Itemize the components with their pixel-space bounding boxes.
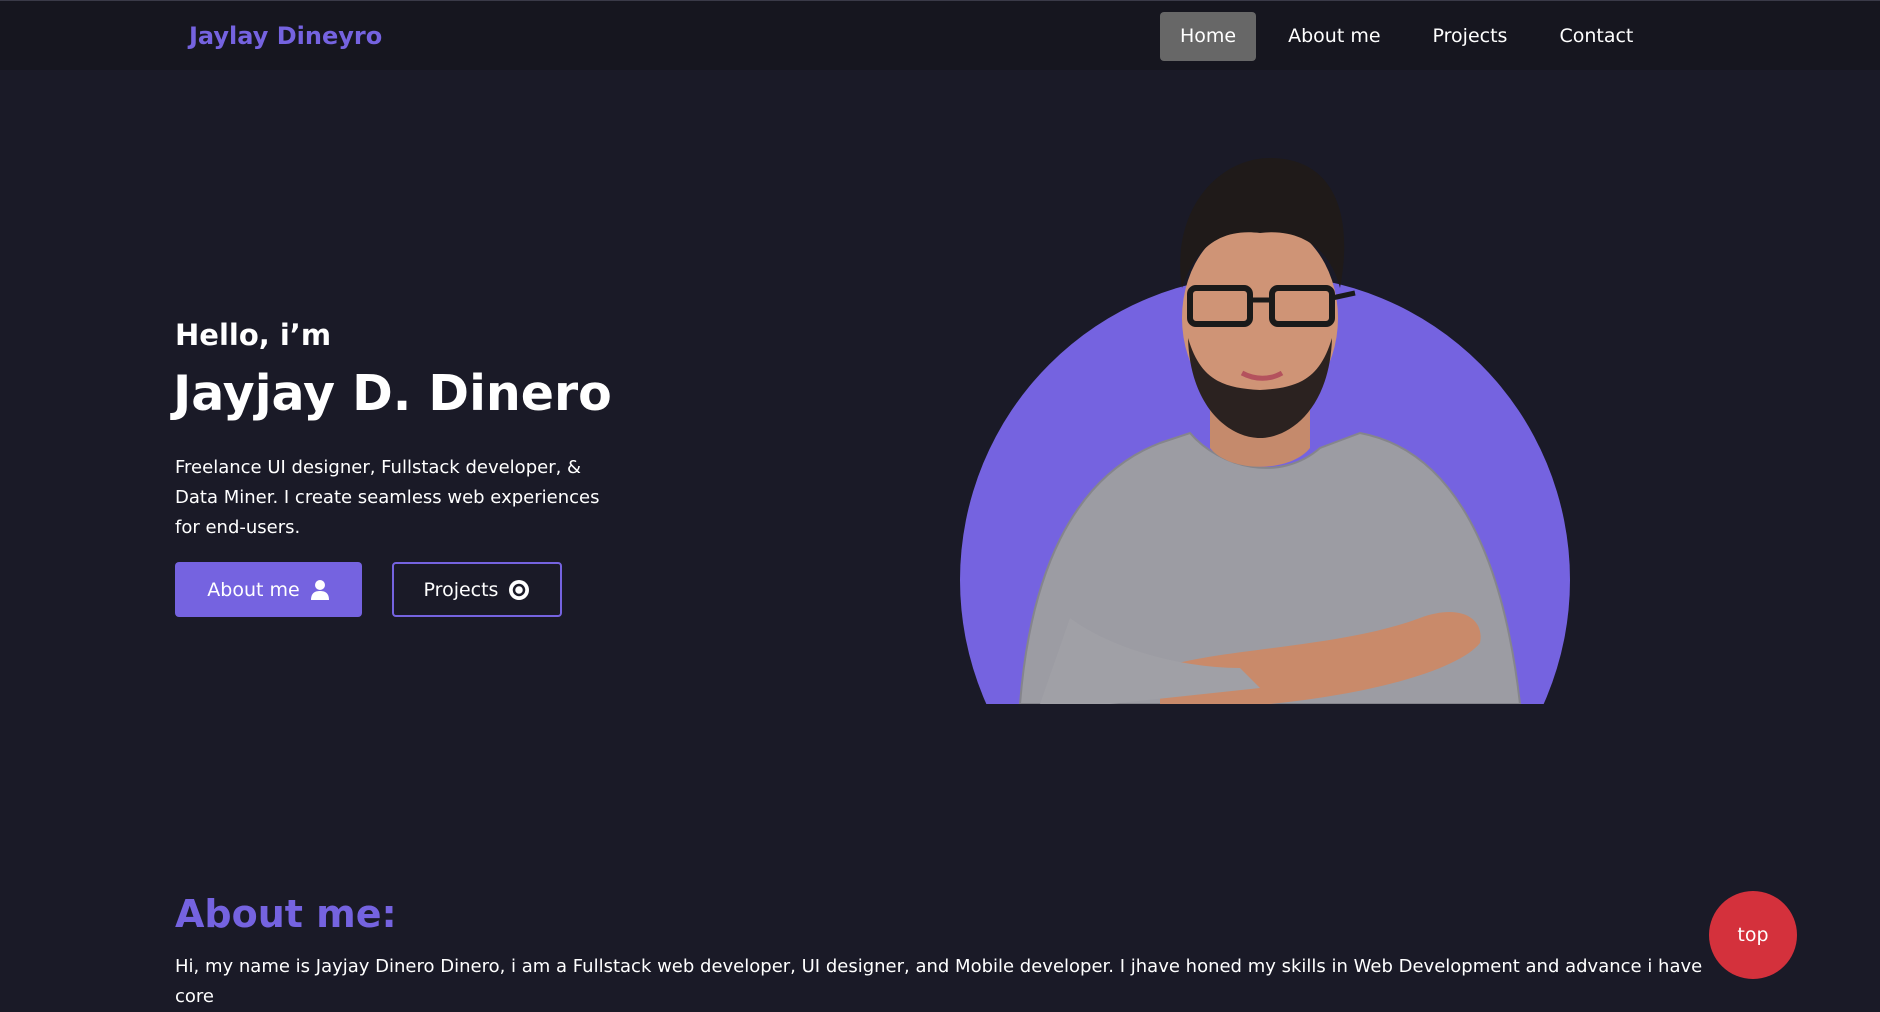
about-me-button-label: About me bbox=[207, 578, 300, 601]
nav-link-about[interactable]: About me bbox=[1268, 12, 1400, 61]
brand-logo[interactable]: Jaylay Dineyro bbox=[189, 22, 382, 50]
projects-button[interactable]: Projects bbox=[392, 562, 562, 617]
hero-name: Jayjay D. Dinero bbox=[173, 365, 612, 422]
projects-button-label: Projects bbox=[423, 578, 499, 601]
nav-link-contact[interactable]: Contact bbox=[1539, 12, 1653, 61]
nav-link-home[interactable]: Home bbox=[1160, 12, 1257, 61]
nav-link-projects[interactable]: Projects bbox=[1413, 12, 1528, 61]
about-title: About me: bbox=[175, 892, 397, 936]
user-icon bbox=[310, 579, 330, 601]
profile-portrait bbox=[960, 148, 1580, 704]
circle-icon bbox=[508, 579, 530, 601]
nav-links: Home About me Projects Contact bbox=[1160, 12, 1665, 61]
about-me-button[interactable]: About me bbox=[175, 562, 362, 617]
hero-greeting: Hello, i’m bbox=[175, 318, 332, 352]
back-to-top-button[interactable]: top bbox=[1709, 891, 1797, 979]
about-text: Hi, my name is Jayjay Dinero Dinero, i a… bbox=[175, 956, 1703, 1007]
hero-description: Freelance UI designer, Fullstack develop… bbox=[175, 457, 600, 538]
navbar: Jaylay Dineyro Home About me Projects Co… bbox=[0, 0, 1880, 70]
